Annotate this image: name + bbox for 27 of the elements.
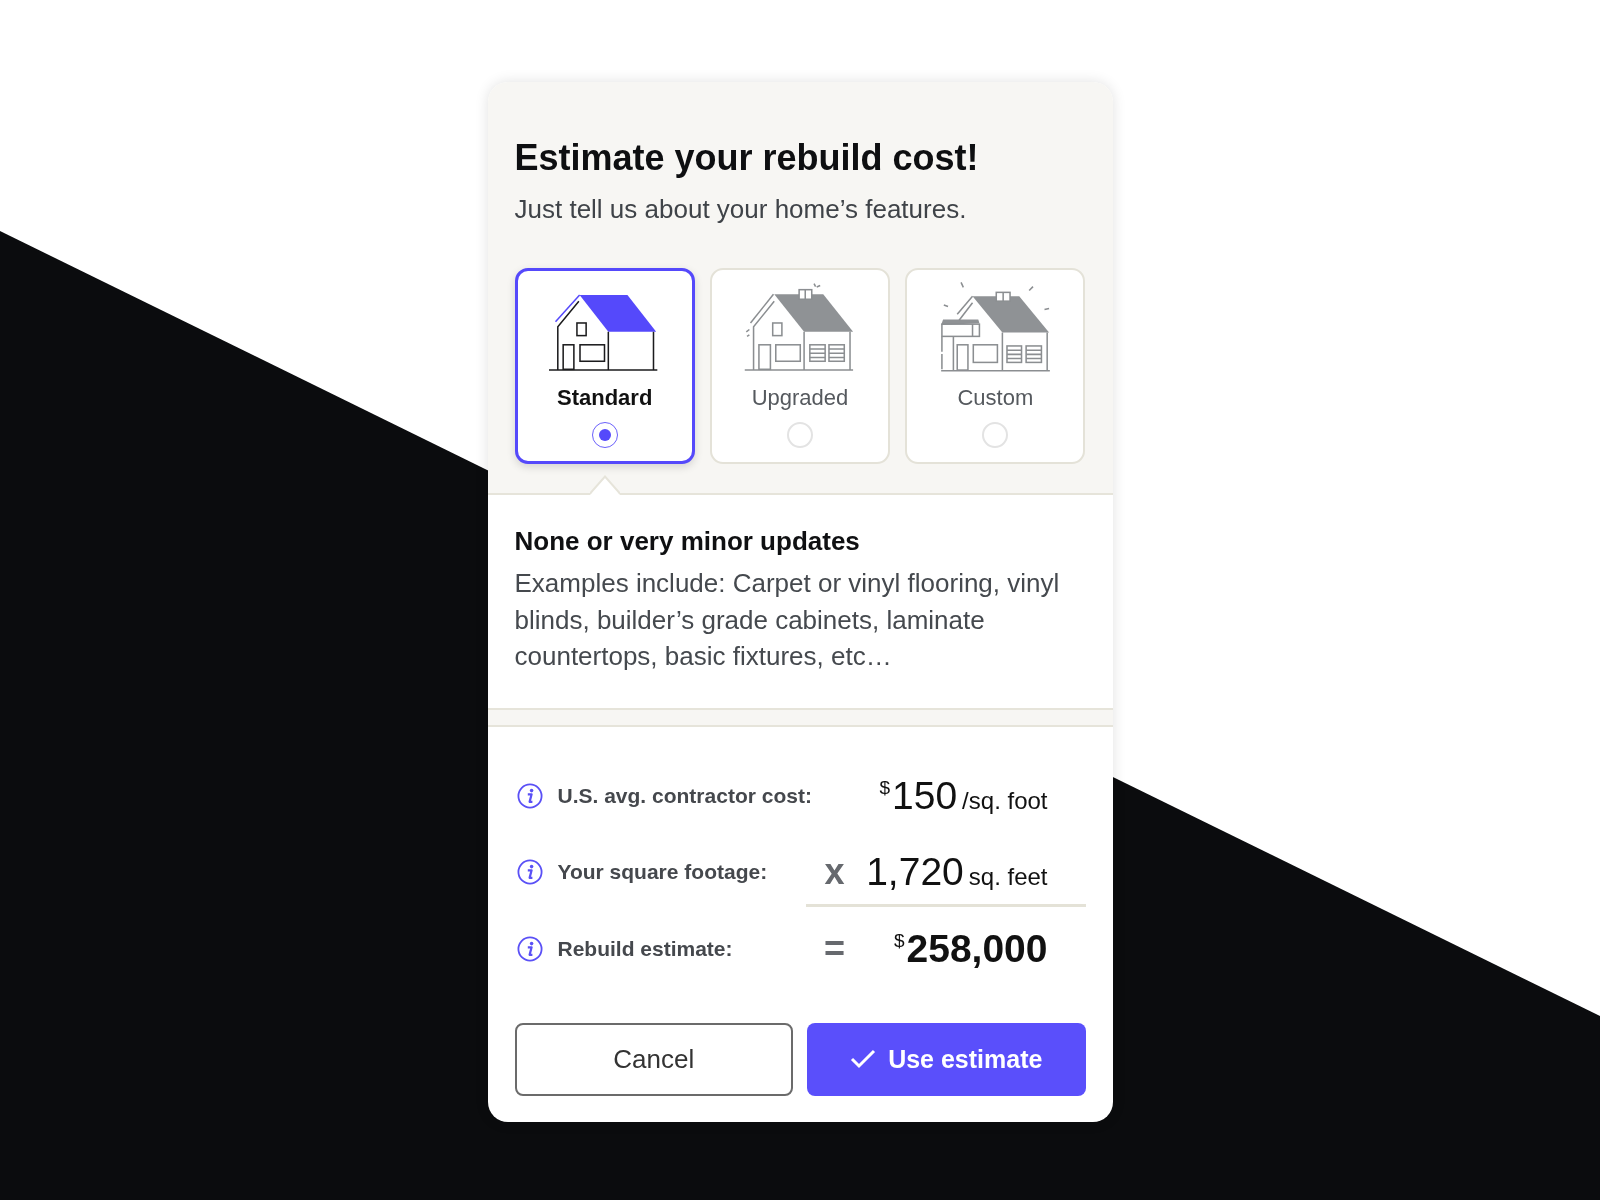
option-card[interactable]: Standard <box>514 268 695 464</box>
calculation-label: Your square footage: <box>557 859 768 884</box>
calculation-label: Rebuild estimate: <box>557 936 733 961</box>
cancel-button[interactable]: Cancel <box>514 1022 793 1096</box>
operator-symbol: = <box>824 928 845 969</box>
unit-label: /sq. foot <box>962 786 1048 814</box>
option-card[interactable]: Upgraded <box>709 268 891 464</box>
amount-value: 150 <box>892 773 958 817</box>
info-icon[interactable] <box>516 935 543 962</box>
option-card[interactable]: Custom <box>905 268 1086 464</box>
amount-value: 1,720 <box>866 849 964 893</box>
check-icon <box>850 1049 877 1069</box>
currency-symbol: $ <box>893 929 905 951</box>
use-estimate-button[interactable]: Use estimate <box>807 1022 1086 1096</box>
info-icon[interactable] <box>516 858 543 885</box>
calculation-label: U.S. avg. contractor cost: <box>557 783 812 808</box>
house-icon <box>939 282 1051 372</box>
currency-symbol: $ <box>879 776 891 798</box>
dialog-title: Estimate your rebuild cost! <box>514 138 980 178</box>
house-icon <box>744 282 856 372</box>
operator-symbol: x <box>824 851 845 892</box>
amount-value: 258,000 <box>906 926 1048 970</box>
unit-label: sq. feet <box>968 862 1048 890</box>
description-heading: None or very minor updates <box>514 526 861 556</box>
info-icon[interactable] <box>516 782 543 809</box>
description-text: Examples include: Carpet or vinyl flooring, vinyl blinds, builder’s grade cabinets, laminate countertops, basic fixtures, etc… <box>514 567 1061 673</box>
dialog-subtitle: Just tell us about your home’s features. <box>514 194 968 224</box>
